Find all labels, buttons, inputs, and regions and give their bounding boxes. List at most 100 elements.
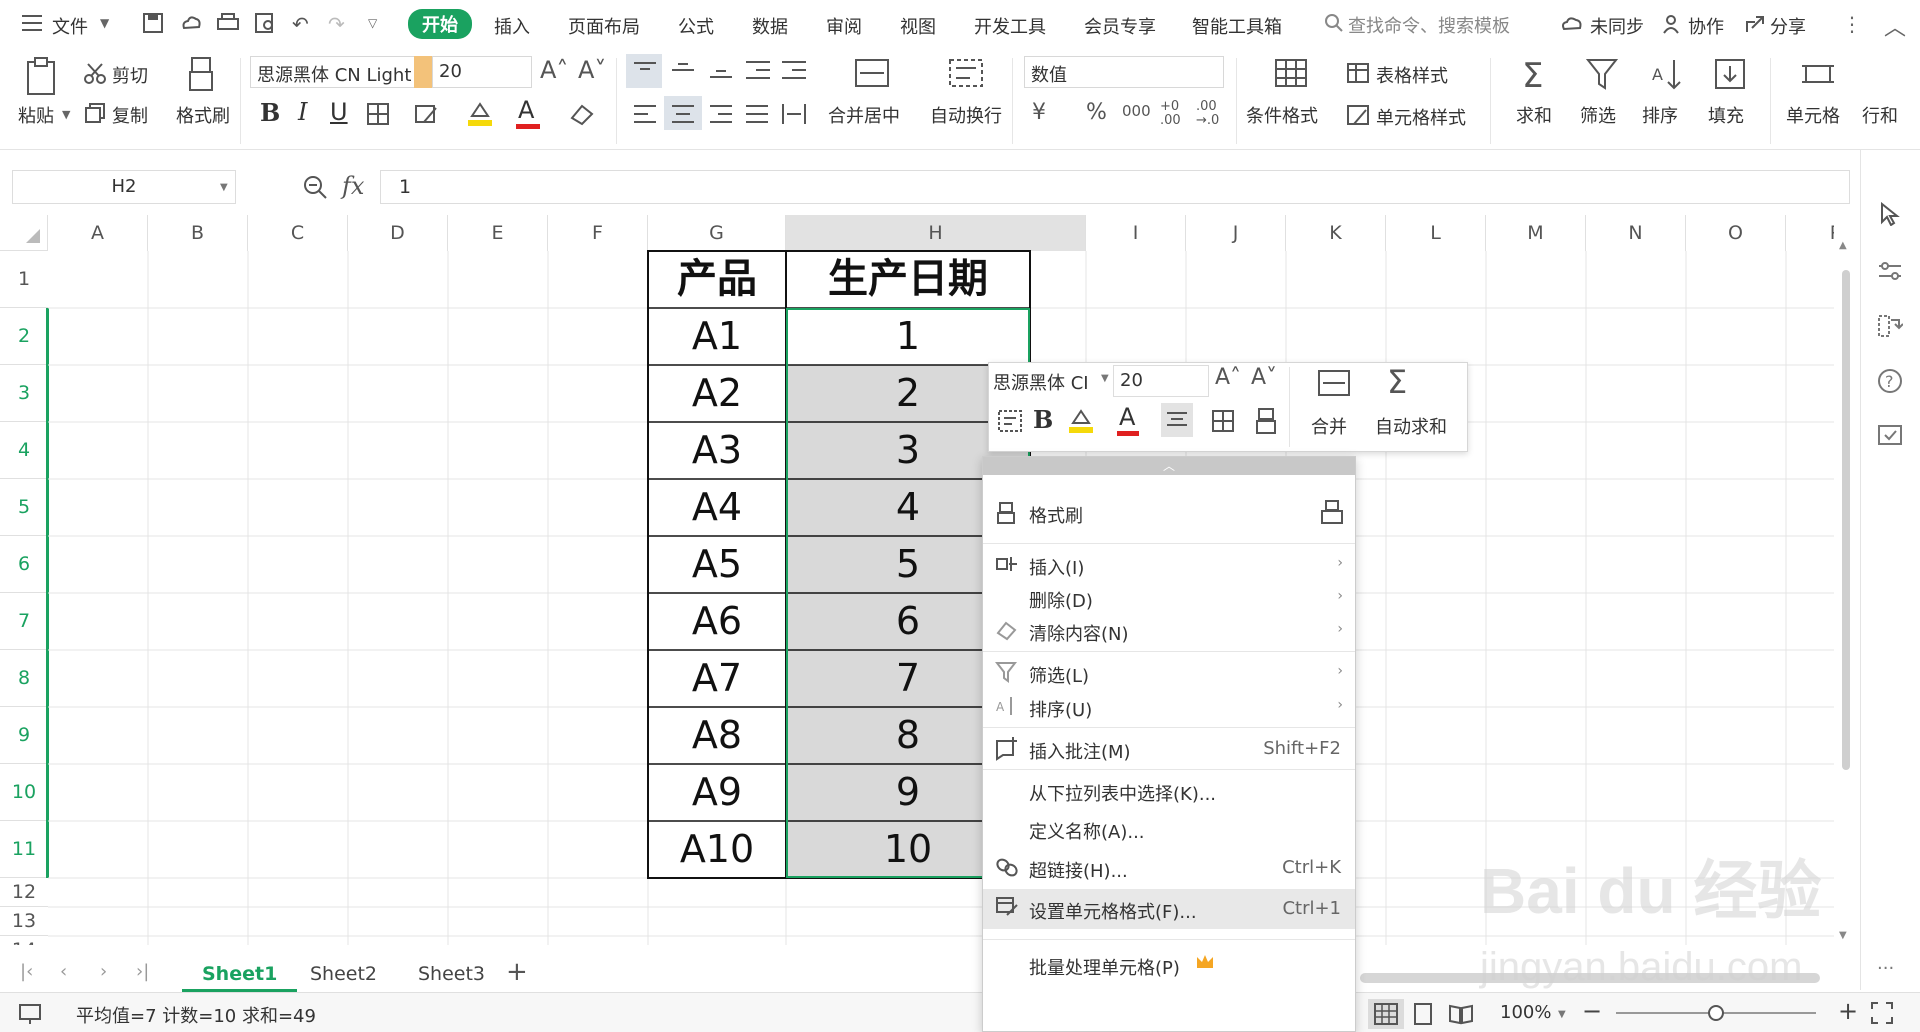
fill-button[interactable]: 填充	[1708, 102, 1744, 128]
mini-font-color-icon[interactable]: A	[1119, 403, 1135, 431]
tab-smart-toolbox[interactable]: 智能工具箱	[1192, 13, 1282, 39]
row-header-7[interactable]: 7	[0, 593, 48, 650]
menu-item-sort[interactable]: A 排序(U) ›	[983, 689, 1355, 725]
mini-merge-icon[interactable]	[1317, 369, 1351, 397]
sync-status[interactable]: 未同步	[1590, 13, 1644, 39]
mini-highlight-icon[interactable]	[1067, 407, 1095, 435]
sum-icon[interactable]: Σ	[1522, 56, 1543, 96]
highlight-color-icon[interactable]	[466, 100, 494, 128]
conditional-format-icon[interactable]	[1274, 58, 1308, 88]
column-header-g[interactable]: G	[648, 215, 786, 251]
menu-item-filter[interactable]: 筛选(L) ›	[983, 655, 1355, 691]
row-header-3[interactable]: 3	[0, 365, 48, 422]
mini-merge-button[interactable]: 合并	[1311, 413, 1347, 439]
mini-wrap-icon[interactable]	[997, 409, 1023, 433]
column-header-e[interactable]: E	[448, 215, 548, 251]
select-all-corner[interactable]	[0, 215, 48, 251]
page-layout-view-icon[interactable]	[1412, 1003, 1434, 1025]
align-middle-icon[interactable]	[672, 62, 694, 78]
column-header-h[interactable]: H	[786, 215, 1086, 251]
settings-sliders-icon[interactable]	[1877, 260, 1903, 282]
vertical-scrollbar[interactable]: ▲ ▼	[1834, 240, 1856, 941]
print-preview-icon[interactable]	[254, 12, 278, 34]
italic-icon[interactable]: I	[298, 98, 307, 126]
bold-icon[interactable]: B	[260, 98, 280, 127]
row-header-10[interactable]: 10	[0, 764, 48, 821]
transform-icon[interactable]	[1877, 314, 1903, 338]
decrease-decimal-icon[interactable]: .00 →.0	[1196, 100, 1219, 128]
row-col-button[interactable]: 行和	[1862, 102, 1902, 128]
align-right-icon[interactable]	[710, 104, 732, 124]
cell-style-button[interactable]: 单元格样式	[1376, 104, 1466, 130]
format-painter-button[interactable]: 格式刷	[176, 102, 230, 128]
eraser-icon[interactable]	[568, 102, 596, 126]
increase-decimal-icon[interactable]: +0.00	[1160, 100, 1181, 128]
column-header-b[interactable]: B	[148, 215, 248, 251]
command-search-input[interactable]: 查找命令、搜索模板	[1348, 12, 1510, 38]
chevron-down-icon[interactable]: ▼	[100, 16, 109, 30]
save-icon[interactable]	[142, 12, 164, 34]
distributed-align-icon[interactable]	[782, 104, 806, 124]
conditional-format-button[interactable]: 条件格式	[1246, 102, 1318, 128]
justify-icon[interactable]	[746, 104, 768, 124]
percent-icon[interactable]: %	[1086, 100, 1107, 125]
paste-button[interactable]: 粘贴	[18, 102, 54, 128]
mini-format-painter-icon[interactable]	[1255, 407, 1277, 435]
menu-item-delete[interactable]: 删除(D) ›	[983, 580, 1355, 616]
cut-button[interactable]: 剪切	[112, 62, 148, 88]
sidebar-more-icon[interactable]: ···	[1877, 958, 1894, 979]
column-header-a[interactable]: A	[48, 215, 148, 251]
scissors-icon[interactable]	[84, 62, 106, 84]
cell-button[interactable]: 单元格	[1786, 102, 1840, 128]
mini-autosum-icon[interactable]: Σ	[1387, 363, 1407, 401]
sheet-tab-sheet3[interactable]: Sheet3	[398, 959, 505, 989]
row-header-8[interactable]: 8	[0, 650, 48, 707]
print-icon[interactable]	[216, 12, 240, 34]
increase-indent-icon[interactable]	[782, 60, 806, 80]
name-box-dropdown-icon[interactable]: ▼	[220, 182, 228, 193]
cell-style-icon[interactable]	[1346, 104, 1370, 126]
column-header-k[interactable]: K	[1286, 215, 1386, 251]
font-name-select[interactable]: 思源黑体 CN Light	[250, 56, 416, 88]
mini-font-size[interactable]: 20	[1113, 365, 1209, 397]
fill-icon[interactable]	[1714, 58, 1746, 90]
row-header-2[interactable]: 2	[0, 308, 48, 365]
sum-button[interactable]: 求和	[1516, 102, 1552, 128]
tab-view[interactable]: 视图	[900, 13, 936, 39]
column-header-o[interactable]: O	[1686, 215, 1786, 251]
prev-sheet-icon[interactable]: ‹	[60, 961, 67, 982]
paste-dropdown-icon[interactable]: ▼	[62, 108, 70, 121]
help-icon[interactable]: ?	[1877, 368, 1903, 394]
scroll-up-icon[interactable]: ▲	[1839, 240, 1847, 251]
row-header-9[interactable]: 9	[0, 707, 48, 764]
menu-item-insert[interactable]: 插入(I) ›	[983, 547, 1355, 583]
quick-access-dropdown-icon[interactable]: ▽	[368, 16, 377, 30]
cloud-icon[interactable]	[180, 12, 202, 34]
select-cursor-icon[interactable]	[1879, 202, 1901, 226]
file-menu[interactable]: 文件	[52, 13, 88, 39]
tab-insert[interactable]: 插入	[494, 13, 530, 39]
format-painter-lock-icon[interactable]	[1319, 499, 1345, 525]
sort-button[interactable]: 排序	[1642, 102, 1678, 128]
menu-item-pick-from-list[interactable]: 从下拉列表中选择(K)...	[983, 773, 1355, 809]
scroll-down-icon[interactable]: ▼	[1839, 930, 1847, 941]
mini-autosum-button[interactable]: 自动求和	[1375, 413, 1447, 439]
zoom-out-button[interactable]: −	[1582, 997, 1602, 1025]
tab-review[interactable]: 审阅	[826, 13, 862, 39]
mini-increase-font-icon[interactable]: A˄	[1215, 365, 1241, 390]
more-options-icon[interactable]: ⋮	[1842, 12, 1862, 36]
zoom-dropdown-icon[interactable]: ▼	[1558, 1009, 1566, 1020]
column-header-j[interactable]: J	[1186, 215, 1286, 251]
zoom-in-button[interactable]: +	[1838, 997, 1858, 1025]
font-size-select[interactable]: 20	[432, 56, 532, 88]
menu-item-clear-contents[interactable]: 清除内容(N) ›	[983, 613, 1355, 649]
table-style-button[interactable]: 表格样式	[1376, 62, 1448, 88]
decrease-indent-icon[interactable]	[746, 60, 770, 80]
row-header-11[interactable]: 11	[0, 821, 48, 878]
row-header-6[interactable]: 6	[0, 536, 48, 593]
merge-center-button[interactable]: 合并居中	[828, 102, 900, 128]
number-format-select[interactable]: 数值	[1024, 56, 1224, 88]
wrap-text-icon[interactable]	[948, 58, 984, 88]
zoom-formula-icon[interactable]	[302, 174, 328, 200]
next-sheet-icon[interactable]: ›	[100, 961, 107, 982]
